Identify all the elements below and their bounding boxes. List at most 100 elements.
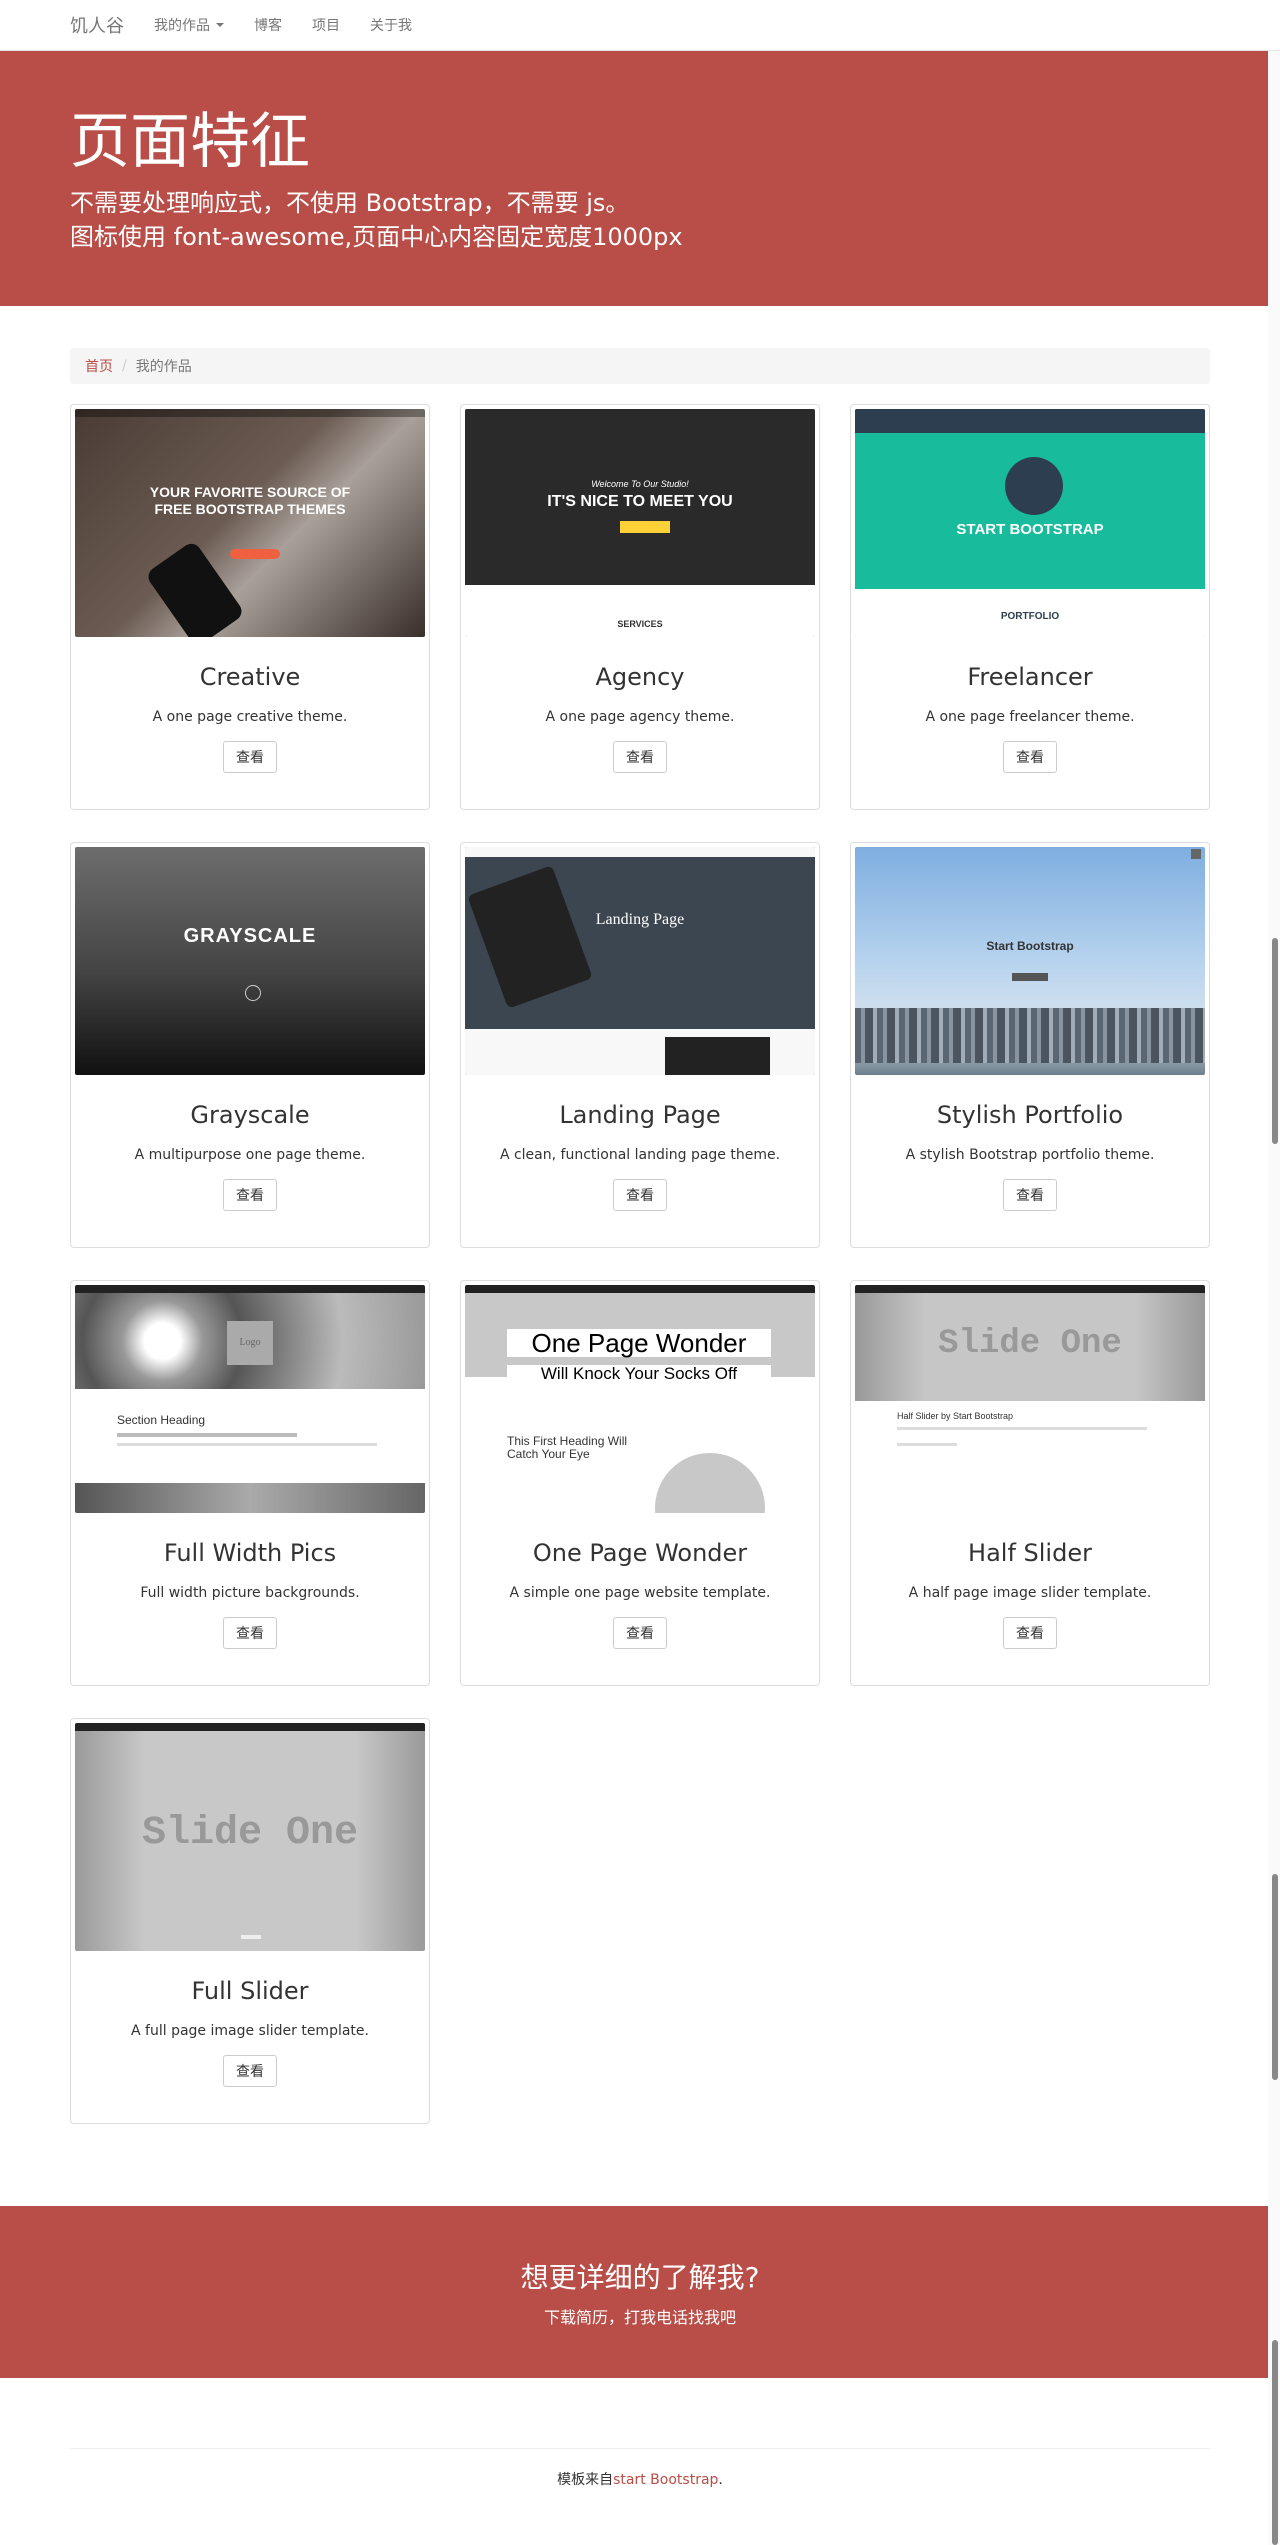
card-title: Agency	[595, 663, 685, 691]
card-description: A clean, functional landing page theme.	[499, 1147, 781, 1163]
card-description: A half page image slider template.	[908, 1585, 1152, 1601]
thumb-section: PORTFOLIO	[1000, 611, 1060, 622]
footer-credit-link[interactable]: start Bootstrap	[613, 2472, 718, 2488]
hero-line-2: 图标使用 font-awesome,页面中心内容固定宽度1000px	[70, 223, 683, 251]
thumb-skyline	[855, 1008, 1205, 1063]
thumb-cta-pill	[620, 521, 670, 533]
portfolio-card-full-width-pics: Logo Section Heading Full Width Pics Ful…	[70, 1280, 430, 1686]
cta-subtitle: 下载简历，打我电话找我吧	[543, 2308, 736, 2327]
view-button[interactable]: 查看	[223, 741, 277, 773]
scrollbar-thumb[interactable]	[1272, 2340, 1278, 2545]
nav-item-projects[interactable]: 项目	[312, 15, 340, 35]
nav-item-label: 我的作品	[154, 18, 210, 34]
landing-page-thumbnail[interactable]: Landing Page	[465, 847, 815, 1075]
breadcrumb-current: 我的作品	[135, 359, 192, 375]
portfolio-card-creative: YOUR FAVORITE SOURCE OF FREE BOOTSTRAP T…	[70, 404, 430, 810]
view-button[interactable]: 查看	[223, 1179, 277, 1211]
menu-toggle-icon	[1191, 849, 1201, 859]
thumb-text-line	[117, 1443, 377, 1446]
view-button[interactable]: 查看	[1003, 741, 1057, 773]
half-slider-thumbnail[interactable]: Slide One Half Slider by Start Bootstrap	[855, 1285, 1205, 1513]
card-title: One Page Wonder	[532, 1539, 748, 1567]
thumb-headline: Landing Page	[595, 911, 685, 928]
footer-prefix: 模板来自	[557, 2472, 614, 2488]
thumb-tablet	[467, 865, 593, 1009]
view-button[interactable]: 查看	[1003, 1179, 1057, 1211]
scrollbar-thumb[interactable]	[1272, 1874, 1278, 2080]
hero-banner: 页面特征 不需要处理响应式，不使用 Bootstrap，不需要 js。 图标使用…	[0, 51, 1280, 306]
thumb-cta-pill	[230, 549, 280, 559]
card-description: A full page image slider template.	[131, 2023, 369, 2039]
card-title: Landing Page	[559, 1101, 721, 1129]
card-title: Creative	[199, 663, 301, 691]
card-description: A multipurpose one page theme.	[134, 1147, 366, 1163]
footer-suffix: .	[718, 2472, 723, 2488]
portfolio-card-freelancer: START BOOTSTRAP PORTFOLIO Freelancer A o…	[850, 404, 1210, 810]
thumb-caption: Half Slider by Start Bootstrap	[897, 1411, 1014, 1421]
portfolio-card-agency: Welcome To Our Studio! IT'S NICE TO MEET…	[460, 404, 820, 810]
view-button[interactable]: 查看	[1003, 1617, 1057, 1649]
thumb-bottom-image	[75, 1483, 425, 1513]
agency-thumbnail[interactable]: Welcome To Our Studio! IT'S NICE TO MEET…	[465, 409, 815, 637]
freelancer-thumbnail[interactable]: START BOOTSTRAP PORTFOLIO	[855, 409, 1205, 637]
card-title: Full Slider	[191, 1977, 309, 2005]
full-width-pics-thumbnail[interactable]: Logo Section Heading	[75, 1285, 425, 1513]
card-description: A stylish Bootstrap portfolio theme.	[905, 1147, 1155, 1163]
full-slider-thumbnail[interactable]: Slide One	[75, 1723, 425, 1951]
scrollbar-thumb[interactable]	[1272, 938, 1278, 1144]
nav-item-works[interactable]: 我的作品	[154, 15, 224, 35]
portfolio-card-one-page-wonder: One Page Wonder Will Knock Your Socks Of…	[460, 1280, 820, 1686]
thumb-text-line	[117, 1433, 297, 1437]
breadcrumb-home-link[interactable]: 首页	[85, 356, 113, 376]
card-description: A one page agency theme.	[545, 709, 735, 725]
cta-title: 想更详细的了解我?	[520, 2261, 760, 2294]
thumb-text-line	[897, 1443, 957, 1446]
thumb-section: SERVICES	[617, 619, 663, 629]
scroll-down-icon	[245, 985, 261, 1001]
view-button[interactable]: 查看	[223, 1617, 277, 1649]
portfolio-card-grayscale: GRAYSCALE Grayscale A multipurpose one p…	[70, 842, 430, 1248]
card-title: Stylish Portfolio	[936, 1101, 1124, 1129]
card-title: Grayscale	[190, 1101, 310, 1129]
thumb-heading: This First Heading Will Catch Your Eye	[507, 1434, 628, 1461]
breadcrumb: 首页 / 我的作品	[70, 348, 1210, 384]
card-description: Full width picture backgrounds.	[140, 1585, 360, 1601]
portfolio-card-stylish-portfolio: Start Bootstrap Stylish Portfolio A styl…	[850, 842, 1210, 1248]
page-scrollbar[interactable]	[1268, 0, 1280, 2545]
view-button[interactable]: 查看	[613, 1617, 667, 1649]
nav-item-blog[interactable]: 博客	[254, 15, 282, 35]
one-page-wonder-thumbnail[interactable]: One Page Wonder Will Knock Your Socks Of…	[465, 1285, 815, 1513]
thumb-lower-panel	[465, 585, 815, 637]
portfolio-card-landing-page: Landing Page Landing Page A clean, funct…	[460, 842, 820, 1248]
stylish-portfolio-thumbnail[interactable]: Start Bootstrap	[855, 847, 1205, 1075]
thumb-circle-image	[655, 1453, 765, 1513]
thumb-text-line	[897, 1427, 1147, 1430]
thumb-heading: Section Heading	[117, 1413, 206, 1427]
card-description: A one page creative theme.	[152, 709, 348, 725]
thumb-headline: YOUR FAVORITE SOURCE OF FREE BOOTSTRAP T…	[149, 484, 351, 517]
nav-item-about[interactable]: 关于我	[370, 15, 412, 35]
hero-line-1: 不需要处理响应式，不使用 Bootstrap，不需要 js。	[70, 189, 630, 217]
card-title: Half Slider	[968, 1539, 1092, 1567]
view-button[interactable]: 查看	[223, 2055, 277, 2087]
card-description: A one page freelancer theme.	[925, 709, 1135, 725]
thumb-avatar	[1005, 457, 1063, 515]
thumb-slide-label: Slide One	[141, 1811, 359, 1856]
view-button[interactable]: 查看	[613, 1179, 667, 1211]
card-title: Full Width Pics	[163, 1539, 337, 1567]
thumb-line-1: One Page Wonder	[507, 1329, 771, 1357]
carousel-indicators	[241, 1935, 261, 1939]
card-description: A simple one page website template.	[509, 1585, 771, 1601]
thumb-headline: START BOOTSTRAP	[956, 521, 1104, 538]
thumb-line-2: Will Knock Your Socks Off	[507, 1365, 771, 1383]
hero-title: 页面特征	[70, 107, 310, 177]
breadcrumb-separator: /	[122, 358, 127, 374]
thumb-device	[665, 1037, 770, 1075]
brand-link[interactable]: 饥人谷	[70, 12, 124, 38]
view-button[interactable]: 查看	[613, 741, 667, 773]
thumb-welcome: Welcome To Our Studio!	[591, 479, 689, 489]
creative-thumbnail[interactable]: YOUR FAVORITE SOURCE OF FREE BOOTSTRAP T…	[75, 409, 425, 637]
portfolio-card-full-slider: Slide One Full Slider A full page image …	[70, 1718, 430, 2124]
top-navbar: 饥人谷 我的作品 博客 项目 关于我	[0, 0, 1280, 51]
grayscale-thumbnail[interactable]: GRAYSCALE	[75, 847, 425, 1075]
